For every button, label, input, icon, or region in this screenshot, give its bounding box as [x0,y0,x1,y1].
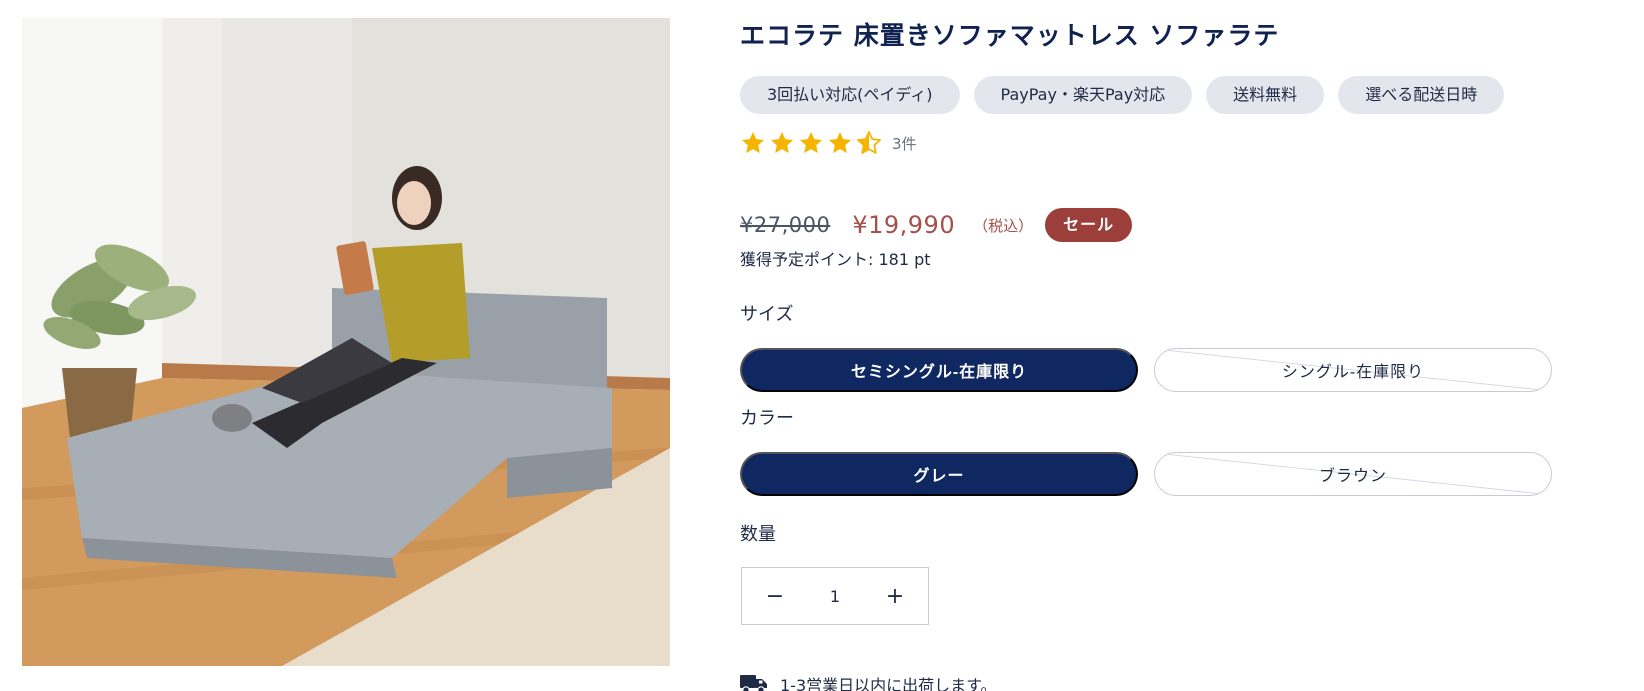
quantity-increase-button[interactable]: + [882,583,908,609]
color-options: グレー ブラウン [740,452,1552,496]
rating-count[interactable]: 3件 [892,133,917,154]
quantity-decrease-button[interactable]: − [762,583,788,609]
shipping-text: 1-3営業日以内に出荷します。 [780,676,997,691]
sale-price: ¥19,990 [852,211,956,239]
size-options: セミシングル-在庫限り シングル-在庫限り [740,348,1552,392]
star-full-icon [741,131,765,153]
color-option-label: ブラウン [1318,468,1387,485]
shipping-info: 1-3営業日以内に出荷します。 [740,672,997,691]
star-full-icon [828,131,852,153]
rating[interactable]: 3件 [740,130,917,156]
price-row: ¥27,000 ¥19,990 （税込） セール [740,208,1133,242]
star-full-icon [770,131,794,153]
feature-badge: 選べる配送日時 [1338,76,1505,114]
feature-badges: 3回払い対応(ペイディ) PayPay・楽天Pay対応 送料無料 選べる配送日時 [740,76,1505,114]
feature-badge: 3回払い対応(ペイディ) [740,76,960,114]
original-price: ¥27,000 [740,213,831,237]
color-option-brown[interactable]: ブラウン [1154,452,1552,496]
size-option-single[interactable]: シングル-在庫限り [1154,348,1552,392]
size-label: サイズ [740,304,794,325]
feature-badge: 送料無料 [1206,76,1325,114]
sale-badge: セール [1045,208,1133,242]
reward-points: 獲得予定ポイント: 181 pt [740,250,931,269]
rating-stars [740,130,882,156]
product-title: エコラテ 床置きソファマットレス ソファラテ [740,21,1280,50]
product-image[interactable] [22,18,670,666]
color-option-gray[interactable]: グレー [740,452,1138,496]
feature-badge: PayPay・楽天Pay対応 [973,76,1193,114]
star-full-icon [799,131,823,153]
quantity-stepper: − + [741,567,929,625]
star-half-icon [857,131,881,154]
color-label: カラー [740,408,794,429]
truck-icon [740,675,767,691]
size-option-label: セミシングル-在庫限り [850,364,1028,381]
quantity-input[interactable] [805,586,865,606]
color-option-label: グレー [913,468,965,485]
size-option-label: シングル-在庫限り [1281,364,1425,381]
quantity-label: 数量 [740,524,776,545]
tax-note: （税込） [973,216,1034,235]
size-option-semi-single[interactable]: セミシングル-在庫限り [740,348,1138,392]
